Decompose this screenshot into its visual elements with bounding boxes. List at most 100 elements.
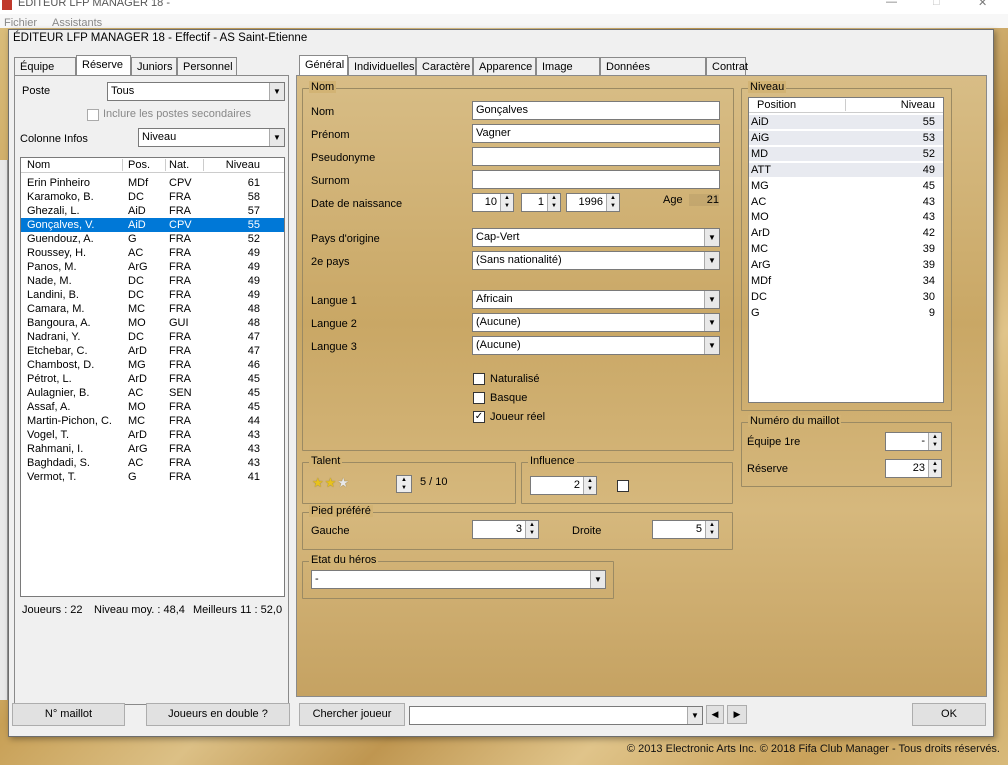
niveau-list[interactable]: Position Niveau AiD 55 AiG 53 MD 52 ATT 49 MG 45 A… [748, 97, 944, 403]
tab-contrat[interactable]: Contrat [706, 57, 748, 76]
nom-input[interactable]: Gonçalves [472, 101, 720, 120]
spin-arrows-icon[interactable]: ▲ ▼ [928, 433, 941, 450]
naturalise-checkbox[interactable] [473, 373, 485, 385]
niveau-row[interactable]: MD 52 [749, 146, 943, 161]
niveau-row[interactable]: AiG 53 [749, 130, 943, 145]
search-select[interactable]: ▼ [409, 706, 703, 725]
pseudo-input[interactable] [472, 147, 720, 166]
chevron-down-icon[interactable]: ▼ [590, 571, 605, 588]
tab-equipe-1re[interactable]: Équipe 1re [14, 57, 76, 91]
niveau-row[interactable]: AiD 55 [749, 115, 943, 129]
col-nat[interactable]: Nat. [169, 159, 189, 171]
col-position[interactable]: Position [757, 99, 796, 111]
chevron-down-icon[interactable]: ▼ [704, 229, 719, 246]
player-row[interactable]: Baghdadi, S. AC FRA 43 [21, 456, 284, 470]
prev-button[interactable]: ◀ [706, 705, 724, 724]
player-row[interactable]: Karamoko, B. DC FRA 58 [21, 190, 284, 204]
player-row[interactable]: Guendouz, A. G FRA 52 [21, 232, 284, 246]
tab-donnees-historiques[interactable]: Données historiques [600, 57, 706, 91]
heros-select[interactable]: - ▼ [311, 570, 606, 589]
player-row[interactable]: Panos, M. ArG FRA 49 [21, 260, 284, 274]
poste-select[interactable]: Tous ▼ [107, 82, 285, 101]
col-pos[interactable]: Pos. [128, 159, 150, 171]
niveau-row[interactable]: MG 45 [749, 179, 943, 193]
chevron-down-icon[interactable]: ▼ [704, 314, 719, 331]
eq1-input[interactable]: - ▲ ▼ [885, 432, 942, 451]
player-row[interactable]: Etchebar, C. ArD FRA 47 [21, 344, 284, 358]
niveau-row[interactable]: ATT 49 [749, 162, 943, 177]
chevron-down-icon[interactable]: ▼ [687, 707, 702, 724]
tab-reserve[interactable]: Réserve [76, 55, 131, 76]
niveau-row[interactable]: MC 39 [749, 242, 943, 256]
chevron-down-icon[interactable]: ▼ [704, 337, 719, 354]
player-row[interactable]: Nade, M. DC FRA 49 [21, 274, 284, 288]
ok-button[interactable]: OK [912, 703, 986, 726]
player-row[interactable]: Rahmani, I. ArG FRA 43 [21, 442, 284, 456]
player-row[interactable]: Nadrani, Y. DC FRA 47 [21, 330, 284, 344]
dob-month[interactable]: 1 ▲ ▼ [521, 193, 561, 212]
secondary-positions-checkbox[interactable] [87, 109, 99, 121]
spin-arrows-icon[interactable]: ▲ ▼ [583, 477, 596, 494]
chevron-down-icon[interactable]: ▼ [269, 83, 284, 100]
influence-input[interactable]: 2 ▲ ▼ [530, 476, 597, 495]
niveau-row[interactable]: DC 30 [749, 290, 943, 304]
player-row[interactable]: Assaf, A. MO FRA 45 [21, 400, 284, 414]
chevron-down-icon[interactable]: ▼ [704, 252, 719, 269]
langue2-select[interactable]: (Aucune) ▼ [472, 313, 720, 332]
player-list[interactable]: Nom Pos. Nat. Niveau Erin Pinheiro MDf CPV… [20, 157, 285, 597]
basque-checkbox[interactable] [473, 392, 485, 404]
player-row[interactable]: Camara, M. MC FRA 48 [21, 302, 284, 316]
close-icon[interactable]: ✕ [978, 0, 987, 9]
maximize-icon[interactable]: □ [933, 0, 940, 8]
player-row[interactable]: Pétrot, L. ArD FRA 45 [21, 372, 284, 386]
player-row[interactable]: Martin-Pichon, C. MC FRA 44 [21, 414, 284, 428]
search-button[interactable]: Chercher joueur [299, 703, 405, 726]
player-row[interactable]: Gonçalves, V. AiD CPV 55 [21, 218, 284, 232]
tab-apparence[interactable]: Apparence [473, 57, 536, 76]
player-row[interactable]: Ghezali, L. AiD FRA 57 [21, 204, 284, 218]
player-row[interactable]: Erin Pinheiro MDf CPV 61 [21, 176, 284, 190]
player-row[interactable]: Vogel, T. ArD FRA 43 [21, 428, 284, 442]
spin-arrows-icon[interactable]: ▲ ▼ [606, 194, 619, 211]
col-niveau-right[interactable]: Niveau [901, 99, 935, 111]
gauche-input[interactable]: 3 ▲ ▼ [472, 520, 539, 539]
talent-spinner[interactable]: ▲ ▼ [396, 475, 412, 493]
niveau-row[interactable]: MO 43 [749, 210, 943, 224]
player-row[interactable]: Chambost, D. MG FRA 46 [21, 358, 284, 372]
player-row[interactable]: Aulagnier, B. AC SEN 45 [21, 386, 284, 400]
minimize-icon[interactable]: — [886, 0, 897, 8]
spin-arrows-icon[interactable]: ▲ ▼ [525, 521, 538, 538]
player-row[interactable]: Landini, B. DC FRA 49 [21, 288, 284, 302]
col-niveau[interactable]: Niveau [226, 159, 260, 171]
dob-year[interactable]: 1996 ▲ ▼ [566, 193, 620, 212]
col-nom[interactable]: Nom [27, 159, 50, 171]
langue1-select[interactable]: Africain ▼ [472, 290, 720, 309]
spin-arrows-icon[interactable]: ▲ ▼ [705, 521, 718, 538]
droite-input[interactable]: 5 ▲ ▼ [652, 520, 719, 539]
tab-individuelles[interactable]: Individuelles [348, 57, 416, 76]
tab-image-xxl[interactable]: Image XXL [536, 57, 600, 91]
niveau-row[interactable]: ArD 42 [749, 226, 943, 240]
tab-general[interactable]: Général [299, 55, 348, 76]
influence-checkbox[interactable] [617, 480, 629, 492]
niveau-row[interactable]: MDf 34 [749, 274, 943, 288]
spin-arrows-icon[interactable]: ▲ ▼ [500, 194, 513, 211]
surnom-input[interactable] [472, 170, 720, 189]
player-row[interactable]: Roussey, H. AC FRA 49 [21, 246, 284, 260]
player-row[interactable]: Vermot, T. G FRA 41 [21, 470, 284, 484]
tab-caractere[interactable]: Caractère [416, 57, 473, 76]
spin-arrows-icon[interactable]: ▲ ▼ [547, 194, 560, 211]
res-input[interactable]: 23 ▲ ▼ [885, 459, 942, 478]
player-row[interactable]: Bangoura, A. MO GUI 48 [21, 316, 284, 330]
maillot-button[interactable]: N° maillot [12, 703, 125, 726]
langue3-select[interactable]: (Aucune) ▼ [472, 336, 720, 355]
colonne-infos-select[interactable]: Niveau ▼ [138, 128, 285, 147]
tab-juniors[interactable]: Juniors [131, 57, 177, 76]
tab-personnel[interactable]: Personnel [177, 57, 237, 76]
pays-select[interactable]: Cap-Vert ▼ [472, 228, 720, 247]
next-button[interactable]: ▶ [727, 705, 747, 724]
niveau-row[interactable]: ArG 39 [749, 258, 943, 272]
pays2-select[interactable]: (Sans nationalité) ▼ [472, 251, 720, 270]
chevron-down-icon[interactable]: ▼ [269, 129, 284, 146]
spin-arrows-icon[interactable]: ▲ ▼ [928, 460, 941, 477]
